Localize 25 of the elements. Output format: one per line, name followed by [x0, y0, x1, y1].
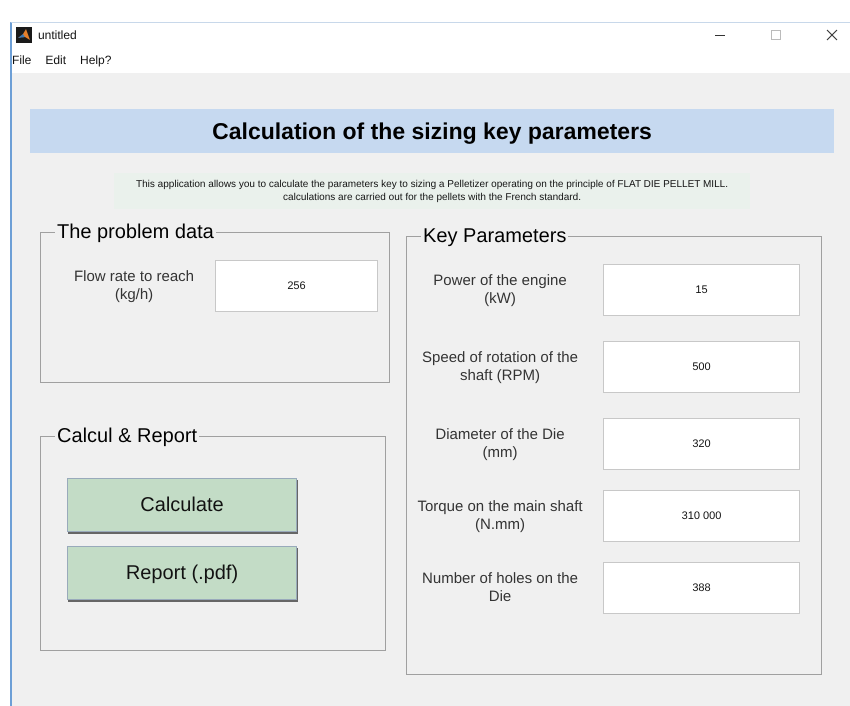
menu-item[interactable]: File [12, 53, 32, 67]
action-button[interactable]: Report (.pdf) [67, 546, 297, 600]
field-label: Diameter of the Die (mm) [434, 426, 566, 462]
output-field[interactable]: 310 000 [603, 490, 800, 542]
panel-title: The problem data [56, 221, 215, 244]
panel-title: Calcul & Report [56, 425, 198, 448]
output-field[interactable]: 388 [603, 562, 800, 614]
output-field[interactable]: 320 [603, 418, 800, 470]
description-text: This application allows you to calculate the parameters key to sizing a Pelletizer operating on the principle of FLAT DIE PELLET MILL. calculations are carried out for the pellets with the French standard. [114, 173, 750, 209]
field-label: Power of the engine (kW) [432, 272, 568, 308]
action-button[interactable]: Calculate [67, 478, 297, 532]
window-title: untitled [38, 28, 77, 42]
field-label: Flow rate to reach (kg/h) [72, 268, 196, 304]
input-field[interactable]: 256 [215, 260, 378, 312]
heading-banner: Calculation of the sizing key parameters [30, 109, 834, 153]
field-label: Speed of rotation of the shaft (RPM) [421, 349, 579, 385]
output-field[interactable]: 500 [603, 341, 800, 393]
field-label: Number of holes on the Die [421, 570, 579, 606]
app-logo-icon [16, 27, 32, 43]
close-icon[interactable] [826, 29, 838, 41]
field-label: Torque on the main shaft (N.mm) [417, 498, 583, 534]
panel-title: Key Parameters [422, 225, 568, 248]
output-field[interactable]: 15 [603, 264, 800, 316]
menu-item[interactable]: Help? [80, 53, 112, 67]
menu-item[interactable]: Edit [45, 53, 66, 67]
